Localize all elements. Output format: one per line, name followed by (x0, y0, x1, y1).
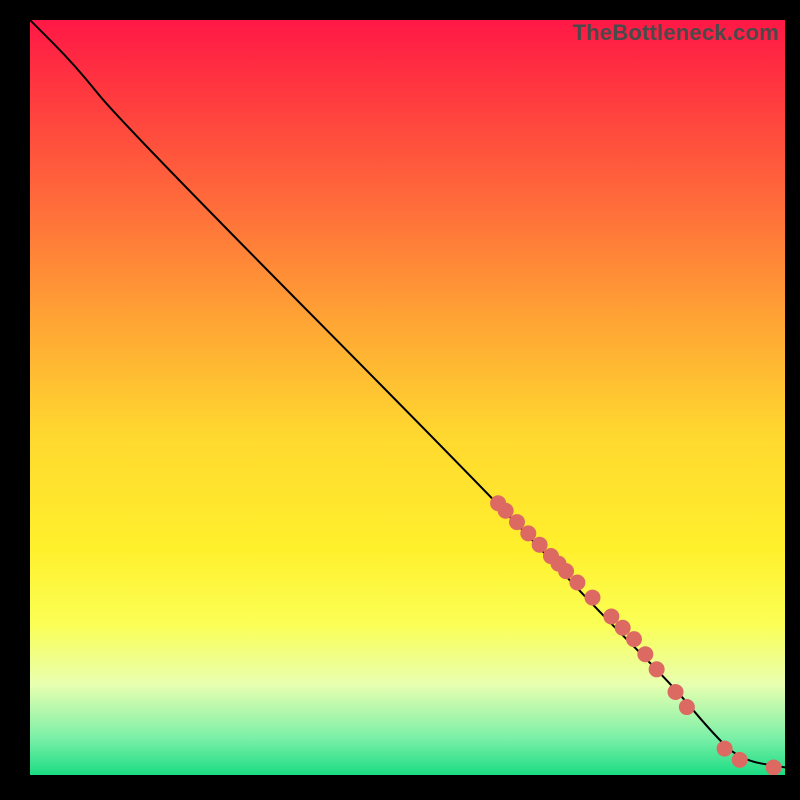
data-point (532, 537, 548, 553)
data-point (668, 684, 684, 700)
chart-svg (30, 20, 785, 775)
data-point (732, 752, 748, 768)
data-point (649, 661, 665, 677)
data-point (717, 741, 733, 757)
data-point (766, 759, 782, 775)
data-point (626, 631, 642, 647)
data-point (569, 574, 585, 590)
chart-frame: TheBottleneck.com (0, 0, 800, 800)
data-point (498, 503, 514, 519)
plot-area: TheBottleneck.com (30, 20, 785, 775)
points-group (490, 495, 782, 775)
data-point (584, 590, 600, 606)
data-point (637, 646, 653, 662)
data-point (603, 608, 619, 624)
curve-line (30, 20, 785, 767)
data-point (520, 525, 536, 541)
data-point (509, 514, 525, 530)
data-point (679, 699, 695, 715)
data-point (615, 620, 631, 636)
data-point (558, 563, 574, 579)
